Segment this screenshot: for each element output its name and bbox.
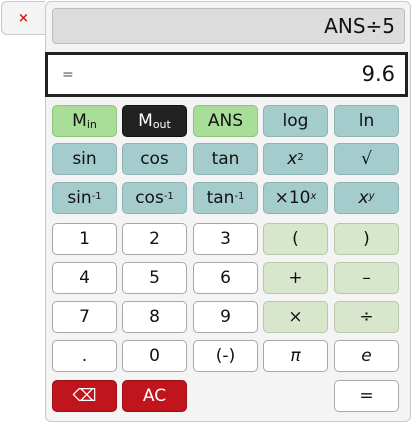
plus-button[interactable]: +: [263, 262, 328, 294]
memory-out-subscript: out: [152, 117, 171, 131]
digit-0-button[interactable]: 0: [122, 340, 187, 372]
memory-out-button[interactable]: Mout: [122, 105, 187, 137]
memory-in-button[interactable]: Min: [52, 105, 117, 137]
square-button[interactable]: x2: [263, 143, 328, 175]
power-button[interactable]: xy: [334, 182, 399, 214]
divide-button[interactable]: ÷: [334, 301, 399, 333]
ans-button[interactable]: ANS: [193, 105, 258, 137]
ln-button[interactable]: ln: [334, 105, 399, 137]
memory-out-label: M: [138, 111, 153, 131]
digit-6-button[interactable]: 6: [193, 262, 258, 294]
square-base: x: [287, 149, 298, 169]
log-button[interactable]: log: [263, 105, 328, 137]
backspace-button[interactable]: ⌫: [52, 380, 117, 412]
power-base: x: [358, 188, 369, 208]
decimal-point-button[interactable]: .: [52, 340, 117, 372]
expression-text: ANS÷5: [324, 14, 395, 38]
memory-in-label: M: [72, 111, 87, 131]
digit-4-button[interactable]: 4: [52, 262, 117, 294]
negate-button[interactable]: (-): [193, 340, 258, 372]
expression-display: ANS÷5: [52, 8, 405, 44]
result-display: = 9.6: [45, 52, 408, 97]
open-paren-button[interactable]: (: [263, 223, 328, 255]
minus-button[interactable]: –: [334, 262, 399, 294]
digit-5-button[interactable]: 5: [122, 262, 187, 294]
pi-button[interactable]: π: [263, 340, 328, 372]
close-tab[interactable]: ×: [1, 1, 45, 35]
times-ten-base: ×10: [274, 188, 311, 208]
cos-button[interactable]: cos: [122, 143, 187, 175]
square-exponent: 2: [297, 151, 304, 163]
times-ten-power-button[interactable]: ×10 x: [263, 182, 328, 214]
digit-8-button[interactable]: 8: [122, 301, 187, 333]
digit-7-button[interactable]: 7: [52, 301, 117, 333]
memory-in-subscript: in: [86, 117, 97, 131]
sqrt-button[interactable]: √: [334, 143, 399, 175]
euler-e-button[interactable]: e: [334, 340, 399, 372]
multiply-button[interactable]: ×: [263, 301, 328, 333]
digit-1-button[interactable]: 1: [52, 223, 117, 255]
equals-button[interactable]: =: [334, 380, 399, 412]
arccos-exponent: -1: [163, 190, 174, 202]
backspace-icon: ⌫: [72, 386, 97, 406]
all-clear-button[interactable]: AC: [122, 380, 187, 412]
tan-button[interactable]: tan: [193, 143, 258, 175]
close-paren-button[interactable]: ): [334, 223, 399, 255]
arcsin-button[interactable]: sin -1: [52, 182, 117, 214]
power-exponent: y: [368, 190, 375, 202]
arctan-exponent: -1: [234, 190, 245, 202]
arctan-base: tan: [206, 188, 235, 208]
arcsin-exponent: -1: [91, 190, 102, 202]
arccos-button[interactable]: cos -1: [122, 182, 187, 214]
arctan-button[interactable]: tan -1: [193, 182, 258, 214]
sin-button[interactable]: sin: [52, 143, 117, 175]
digit-9-button[interactable]: 9: [193, 301, 258, 333]
result-value: 9.6: [361, 62, 395, 86]
arccos-base: cos: [135, 188, 164, 208]
digit-2-button[interactable]: 2: [122, 223, 187, 255]
times-ten-exponent: x: [310, 190, 317, 202]
arcsin-base: sin: [67, 188, 92, 208]
digit-3-button[interactable]: 3: [193, 223, 258, 255]
result-equals-sign: =: [62, 67, 74, 83]
close-icon: ×: [18, 10, 29, 26]
